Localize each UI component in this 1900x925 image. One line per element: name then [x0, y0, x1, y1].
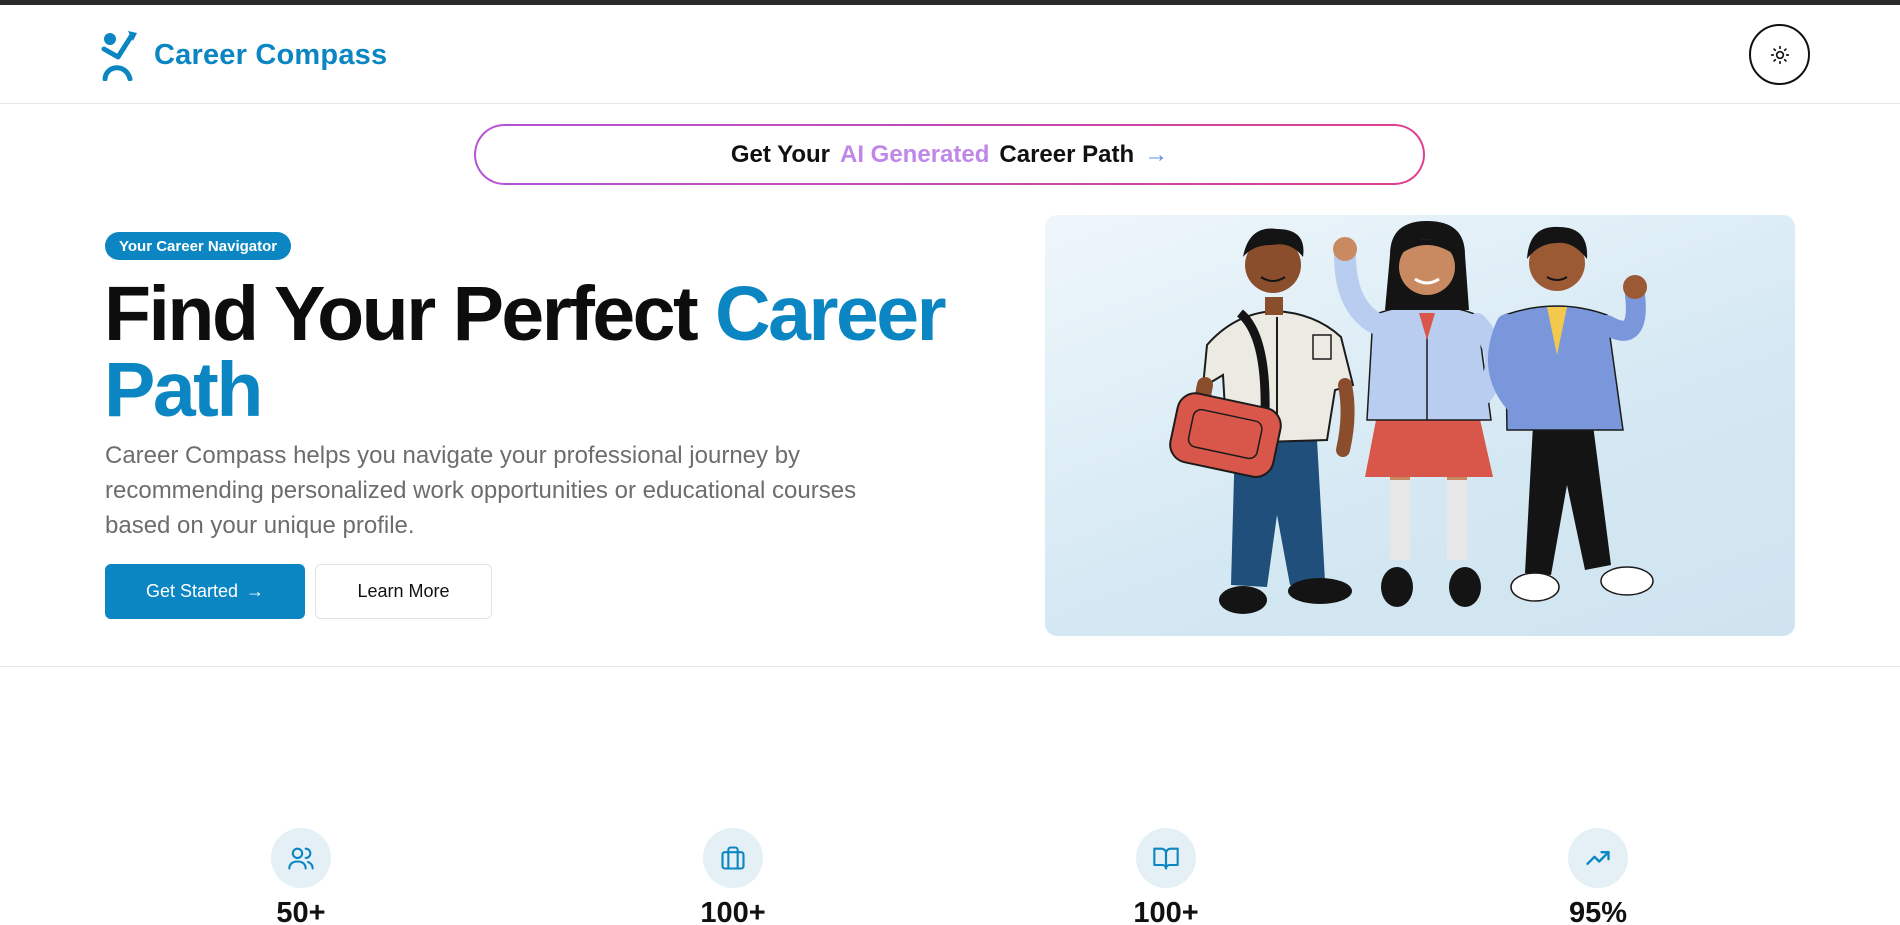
compass-person-icon — [101, 31, 137, 81]
hero-badge: Your Career Navigator — [105, 232, 292, 260]
ai-banner-suffix: Career Path — [999, 140, 1135, 168]
hero-title-dark: Find Your Perfect — [104, 271, 716, 357]
student-right-figure — [1488, 226, 1654, 602]
hero-title: Find Your Perfect Career Path — [104, 276, 984, 429]
ai-banner-prefix: Get Your — [730, 140, 830, 168]
book-open-icon — [1136, 828, 1196, 888]
stat-value: 50+ — [276, 897, 326, 925]
student-middle-figure — [1333, 221, 1506, 607]
stat-value: 100+ — [1133, 897, 1199, 925]
students-illustration — [1169, 221, 1654, 614]
brand-name: Career Compass — [154, 38, 388, 71]
stat-students: 50+ — [201, 828, 401, 925]
hero-description: Career Compass helps you navigate your p… — [105, 442, 857, 539]
ai-banner-highlight: AI Generated — [840, 140, 990, 168]
learn-more-button[interactable]: Learn More — [315, 564, 492, 619]
trending-up-icon — [1568, 828, 1628, 888]
site-header: Career Compass — [0, 5, 1900, 104]
stat-courses: 100+ — [1066, 828, 1266, 925]
ai-banner-content: Get Your AI Generated Career Path → — [476, 126, 1423, 183]
section-divider — [0, 666, 1900, 667]
stat-success-rate: 95% — [1498, 828, 1698, 925]
arrow-right-icon: → — [246, 581, 265, 601]
stat-jobs: 100+ — [633, 828, 833, 925]
stat-value: 95% — [1568, 897, 1628, 925]
brand[interactable]: Career Compass — [100, 27, 387, 83]
briefcase-icon — [703, 828, 763, 888]
stat-value: 100+ — [700, 897, 766, 925]
theme-toggle-button[interactable] — [1749, 24, 1810, 85]
student-left-figure — [1169, 228, 1355, 614]
get-started-button[interactable]: Get Started → — [105, 564, 305, 619]
users-icon — [271, 828, 331, 888]
sun-icon — [1770, 45, 1789, 64]
hero-illustration — [1045, 215, 1795, 636]
arrow-right-icon: → — [1144, 140, 1169, 168]
get-started-label: Get Started — [145, 581, 239, 601]
ai-career-path-banner[interactable]: Get Your AI Generated Career Path → — [474, 124, 1425, 185]
learn-more-label: Learn More — [357, 581, 450, 601]
